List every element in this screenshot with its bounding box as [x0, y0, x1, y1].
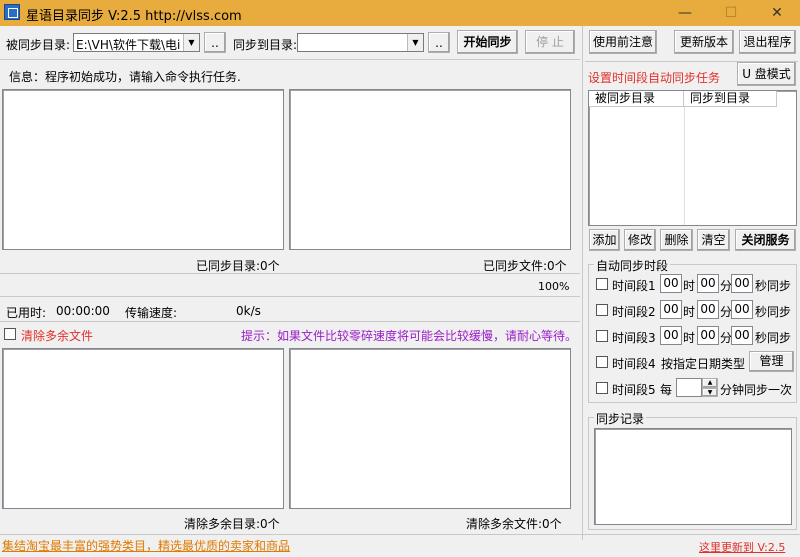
hour-unit: 时	[683, 331, 696, 345]
toolbar-divider	[0, 59, 580, 60]
period3-minute-input[interactable]: 00	[697, 326, 719, 345]
schedule-title: 设置时间段自动同步任务	[588, 71, 721, 85]
elapsed-label: 已用时:	[6, 306, 47, 320]
period1-minute-input[interactable]: 00	[697, 274, 719, 293]
period4-label: 时间段4	[612, 357, 656, 371]
period3-second-input[interactable]: 00	[731, 326, 753, 345]
period2-hour-input[interactable]: 00	[660, 300, 682, 319]
elapsed-value: 00:00:00	[56, 304, 110, 318]
statusbar-divider	[0, 534, 800, 535]
update-version-button[interactable]: 更新版本	[674, 30, 734, 54]
window-title: 星语目录同步 V:2.5 http://vlss.com	[26, 9, 242, 24]
promo-link[interactable]: 集结淘宝最丰富的强势类目，精选最优质的卖家和商品	[2, 537, 290, 554]
edit-button[interactable]: 修改	[624, 229, 656, 251]
sync-log-textarea[interactable]	[594, 428, 792, 525]
period5-label: 时间段5	[612, 383, 656, 397]
status-divider	[0, 321, 580, 322]
second-unit: 秒同步	[755, 331, 792, 345]
hour-unit: 时	[683, 279, 696, 293]
clean-extra-files-label: 清除多余文件	[21, 329, 94, 343]
removed-files-count: 清除多余文件:0个	[466, 517, 562, 531]
exit-button[interactable]: 退出程序	[739, 30, 796, 54]
col-header-target[interactable]: 同步到目录	[684, 91, 777, 107]
removed-dirs-list[interactable]	[2, 348, 284, 509]
period4-description: 按指定日期类型	[661, 357, 746, 371]
sync-log-title: 同步记录	[594, 410, 647, 427]
period2-second-input[interactable]: 00	[731, 300, 753, 319]
stop-service-button[interactable]: 关闭服务	[735, 229, 796, 251]
period2-minute-input[interactable]: 00	[697, 300, 719, 319]
column-separator	[684, 107, 685, 225]
col-header-source[interactable]: 被同步目录	[589, 91, 684, 107]
period5-every: 每	[660, 383, 673, 397]
info-message: 信息：程序初始成功，请输入命令执行任务.	[9, 70, 241, 84]
schedule-table[interactable]: 被同步目录 同步到目录	[588, 90, 797, 226]
clear-button[interactable]: 清空	[697, 229, 730, 251]
period4-checkbox[interactable]	[596, 356, 608, 368]
chevron-down-icon[interactable]: ▼	[407, 34, 423, 51]
auto-sync-group-title: 自动同步时段	[594, 257, 671, 274]
second-unit: 秒同步	[755, 305, 792, 319]
progress-percent: 100%	[538, 280, 570, 293]
clean-extra-files-checkbox[interactable]	[4, 328, 16, 340]
synced-dirs-count: 已同步目录:0个	[196, 259, 280, 273]
delete-button[interactable]: 删除	[660, 229, 693, 251]
progress-divider	[0, 296, 580, 297]
removed-dirs-count: 清除多余目录:0个	[184, 517, 280, 531]
period2-checkbox[interactable]	[596, 304, 608, 316]
synced-dirs-list[interactable]	[2, 89, 284, 250]
period5-tail: 分钟同步一次	[720, 383, 793, 397]
period2-label: 时间段2	[612, 305, 656, 319]
spin-up-icon[interactable]: ▲	[702, 378, 718, 388]
spin-down-icon[interactable]: ▼	[702, 388, 718, 397]
start-sync-button[interactable]: 开始同步	[457, 30, 518, 54]
hint-text: 提示：如果文件比较零碎速度将可能会比较缓慢，请耐心等待。	[241, 329, 578, 343]
target-dir-combo[interactable]: ▼	[297, 33, 424, 52]
second-unit: 秒同步	[755, 279, 792, 293]
add-button[interactable]: 添加	[589, 229, 620, 251]
period1-label: 时间段1	[612, 279, 656, 293]
maximize-button[interactable]: ☐	[708, 0, 754, 26]
source-dir-combo[interactable]: E:\VH\软件下载\电i ▼	[73, 33, 200, 52]
period3-label: 时间段3	[612, 331, 656, 345]
synced-files-list[interactable]	[289, 89, 571, 250]
usb-mode-button[interactable]: U 盘模式	[737, 62, 796, 86]
manage-button[interactable]: 管理	[749, 351, 794, 372]
target-dir-label: 同步到目录:	[233, 38, 298, 52]
source-dir-label: 被同步目录:	[6, 38, 71, 52]
close-button[interactable]: ✕	[754, 0, 800, 26]
hour-unit: 时	[683, 305, 696, 319]
synced-files-count: 已同步文件:0个	[483, 259, 567, 273]
removed-files-list[interactable]	[289, 348, 571, 509]
source-dir-value: E:\VH\软件下载\电i	[76, 38, 181, 52]
period3-checkbox[interactable]	[596, 330, 608, 342]
vertical-divider	[582, 26, 583, 540]
period1-second-input[interactable]: 00	[731, 274, 753, 293]
period3-hour-input[interactable]: 00	[660, 326, 682, 345]
update-link[interactable]: 这里更新到 V:2.5	[699, 539, 785, 555]
speed-value: 0k/s	[236, 304, 261, 318]
app-icon	[4, 4, 20, 20]
stop-button[interactable]: 停 止	[525, 30, 575, 54]
pane-divider	[0, 273, 580, 274]
browse-target-button[interactable]: ..	[428, 32, 450, 53]
notes-button[interactable]: 使用前注意	[589, 30, 657, 54]
chevron-down-icon[interactable]: ▼	[183, 34, 199, 51]
period1-checkbox[interactable]	[596, 278, 608, 290]
period5-checkbox[interactable]	[596, 382, 608, 394]
title-bar: 星语目录同步 V:2.5 http://vlss.com — ☐ ✕	[0, 0, 800, 26]
minimize-button[interactable]: —	[662, 0, 708, 26]
browse-source-button[interactable]: ..	[204, 32, 226, 53]
period5-minutes-input[interactable]	[676, 378, 702, 397]
period1-hour-input[interactable]: 00	[660, 274, 682, 293]
speed-label: 传输速度:	[125, 306, 178, 320]
